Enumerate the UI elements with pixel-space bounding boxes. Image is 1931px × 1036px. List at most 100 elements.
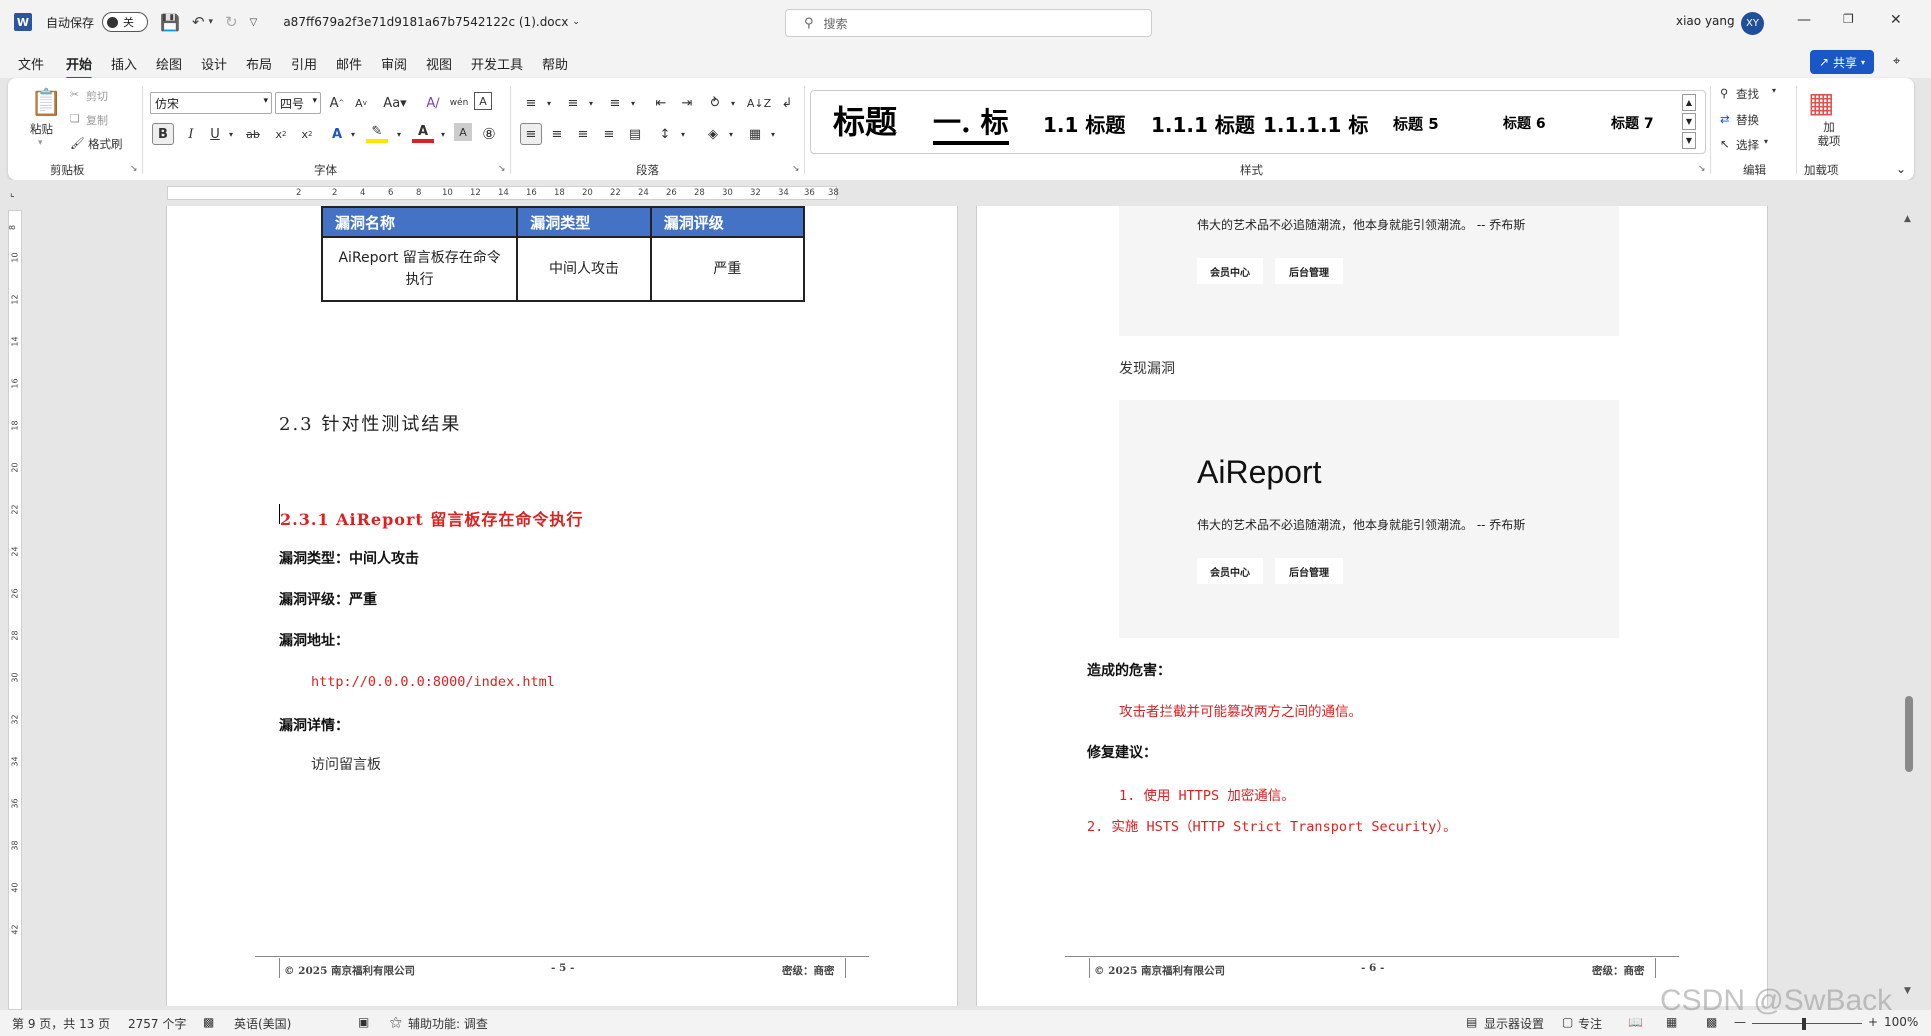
display-settings-icon[interactable]: ▤ bbox=[1466, 1015, 1477, 1029]
font-name-select[interactable]: 仿宋 ▾ bbox=[150, 92, 272, 114]
customize-qat-icon[interactable]: ▽ bbox=[250, 17, 258, 28]
read-mode-icon[interactable]: 📖 bbox=[1628, 1015, 1643, 1029]
replace-icon[interactable]: ⇄ bbox=[1720, 112, 1730, 126]
tab-references[interactable]: 引用 bbox=[291, 54, 317, 73]
find-button[interactable]: 查找 bbox=[1736, 86, 1759, 102]
minimize-icon[interactable]: — bbox=[1797, 12, 1811, 28]
user-name[interactable]: xiao yang bbox=[1676, 14, 1735, 28]
font-color-icon[interactable]: A bbox=[412, 123, 434, 143]
display-settings[interactable]: 显示器设置 bbox=[1484, 1015, 1544, 1032]
character-shading-icon[interactable]: A bbox=[454, 123, 472, 141]
chinese-layout-chevron-icon[interactable]: ▾ bbox=[722, 92, 744, 114]
addins-button[interactable]: 加 载项 bbox=[1814, 120, 1844, 148]
phonetic-guide-icon[interactable]: wén bbox=[448, 92, 470, 114]
paste-icon[interactable]: 📋 bbox=[30, 88, 62, 118]
align-right-icon[interactable]: ≡ bbox=[572, 123, 594, 145]
language-status[interactable]: 英语(美国) bbox=[234, 1015, 291, 1032]
font-color-chevron-icon[interactable]: ▾ bbox=[432, 123, 454, 145]
style-heading-5[interactable]: 标题 5 bbox=[1393, 113, 1439, 134]
share-button[interactable]: ↗ 共享 ▾ bbox=[1810, 50, 1874, 74]
tab-view[interactable]: 视图 bbox=[426, 54, 452, 73]
paragraph-launcher-icon[interactable]: ↘ bbox=[792, 164, 800, 174]
tab-layout[interactable]: 布局 bbox=[246, 54, 272, 73]
grow-font-icon[interactable]: A ^ bbox=[326, 92, 348, 114]
bullets-chevron-icon[interactable]: ▾ bbox=[538, 92, 560, 114]
vertical-scrollbar[interactable]: ▲ ▼ bbox=[1902, 206, 1916, 1010]
shading-chevron-icon[interactable]: ▾ bbox=[720, 123, 742, 145]
format-painter-button[interactable]: 格式刷 bbox=[88, 136, 123, 152]
pin-ribbon-icon[interactable]: ⌖ bbox=[1893, 54, 1900, 69]
highlight-icon[interactable]: ✎ bbox=[366, 123, 388, 143]
tab-mailings[interactable]: 邮件 bbox=[336, 54, 362, 73]
line-spacing-chevron-icon[interactable]: ▾ bbox=[672, 123, 694, 145]
scroll-down-icon[interactable]: ▼ bbox=[1904, 986, 1911, 996]
font-size-select[interactable]: 四号 ▾ bbox=[275, 92, 321, 114]
undo-dropdown-icon[interactable]: ▾ bbox=[209, 17, 214, 27]
justify-icon[interactable]: ≡ bbox=[598, 123, 620, 145]
autosave-toggle[interactable]: 关 bbox=[102, 12, 149, 32]
highlight-chevron-icon[interactable]: ▾ bbox=[388, 123, 410, 145]
superscript-icon[interactable]: x2 bbox=[296, 123, 318, 145]
tab-design[interactable]: 设计 bbox=[201, 54, 227, 73]
document-page[interactable]: 漏洞名称 漏洞类型 漏洞评级 AiReport 留言板存在命令执行 中间人攻击 … bbox=[166, 206, 958, 1006]
shrink-font-icon[interactable]: Av bbox=[350, 92, 372, 114]
restore-icon[interactable]: ❐ bbox=[1843, 12, 1854, 26]
align-left-icon[interactable]: ≡ bbox=[520, 123, 542, 145]
styles-more-icon[interactable]: ▼ bbox=[1682, 132, 1696, 149]
text-effects-chevron-icon[interactable]: ▾ bbox=[342, 123, 364, 145]
macro-icon[interactable]: ▣ bbox=[358, 1015, 369, 1029]
horizontal-ruler[interactable]: 2 2 4 6 8 10 12 14 16 18 20 22 24 26 28 … bbox=[167, 186, 839, 200]
clear-formatting-icon[interactable]: A∕ bbox=[422, 92, 444, 114]
style-heading-6[interactable]: 标题 6 bbox=[1503, 113, 1546, 133]
styles-launcher-icon[interactable]: ↘ bbox=[1698, 164, 1706, 174]
styles-down-icon[interactable]: ▼ bbox=[1682, 113, 1696, 130]
font-launcher-icon[interactable]: ↘ bbox=[498, 164, 506, 174]
enclose-characters-icon[interactable]: ⑧ bbox=[478, 123, 500, 145]
proofing-icon[interactable]: ▩ bbox=[203, 1015, 214, 1029]
change-case-icon[interactable]: Aa▾ bbox=[380, 92, 410, 114]
accessibility-status[interactable]: 辅助功能: 调查 bbox=[408, 1015, 488, 1032]
tab-file[interactable]: 文件 bbox=[18, 54, 44, 73]
tab-draw[interactable]: 绘图 bbox=[156, 54, 182, 73]
increase-indent-icon[interactable]: ⇥ bbox=[676, 92, 698, 114]
clipboard-launcher-icon[interactable]: ↘ bbox=[130, 164, 138, 174]
tab-review[interactable]: 审阅 bbox=[381, 54, 407, 73]
vertical-ruler[interactable]: 8 10 12 14 16 18 20 22 24 26 28 30 32 34… bbox=[8, 210, 22, 1010]
italic-icon[interactable]: I bbox=[180, 123, 202, 145]
styles-up-icon[interactable]: ▲ bbox=[1682, 94, 1696, 111]
style-heading-2[interactable]: 1.1 标题 bbox=[1043, 109, 1125, 138]
replace-button[interactable]: 替换 bbox=[1736, 112, 1759, 128]
cut-button[interactable]: 剪切 bbox=[86, 88, 108, 104]
paste-chevron-icon[interactable]: ▾ bbox=[38, 138, 43, 148]
sort-icon[interactable]: A↓Z bbox=[747, 92, 771, 114]
style-heading-3[interactable]: 1.1.1 标题 bbox=[1151, 109, 1255, 138]
undo-icon[interactable]: ↶ bbox=[192, 13, 205, 31]
scroll-thumb[interactable] bbox=[1905, 696, 1913, 772]
tab-help[interactable]: 帮助 bbox=[542, 54, 568, 73]
show-marks-icon[interactable]: ↲ bbox=[776, 92, 798, 114]
page-count[interactable]: 第 9 页，共 13 页 bbox=[12, 1015, 110, 1032]
select-chevron-icon[interactable]: ▾ bbox=[1764, 137, 1768, 146]
bold-icon[interactable]: B bbox=[152, 123, 174, 145]
find-chevron-icon[interactable]: ▾ bbox=[1772, 86, 1776, 95]
numbering-chevron-icon[interactable]: ▾ bbox=[580, 92, 602, 114]
doc-title-chevron-icon[interactable]: ⌄ bbox=[572, 17, 580, 27]
document-title[interactable]: a87ff679a2f3e71d9181a67b7542122c (1).doc… bbox=[283, 15, 568, 29]
select-icon[interactable]: ↖ bbox=[1720, 137, 1730, 151]
style-heading-4[interactable]: 1.1.1.1 标 bbox=[1263, 109, 1368, 138]
tab-insert[interactable]: 插入 bbox=[111, 54, 137, 73]
distributed-icon[interactable]: ▤ bbox=[624, 123, 646, 145]
find-icon[interactable]: ⚲ bbox=[1720, 86, 1728, 100]
tab-home[interactable]: 开始 bbox=[66, 54, 93, 80]
paste-button[interactable]: 粘贴 bbox=[30, 121, 53, 137]
select-button[interactable]: 选择 bbox=[1736, 137, 1759, 153]
redo-icon[interactable]: ↻ bbox=[225, 13, 238, 31]
character-border-icon[interactable]: A bbox=[474, 92, 492, 110]
accessibility-icon[interactable]: ⚝ bbox=[390, 1015, 402, 1030]
scroll-up-icon[interactable]: ▲ bbox=[1904, 214, 1911, 224]
style-heading-7[interactable]: 标题 7 bbox=[1611, 113, 1654, 133]
subscript-icon[interactable]: x2 bbox=[270, 123, 292, 145]
multilevel-chevron-icon[interactable]: ▾ bbox=[622, 92, 644, 114]
underline-chevron-icon[interactable]: ▾ bbox=[220, 123, 242, 145]
focus-mode[interactable]: 专注 bbox=[1578, 1015, 1602, 1032]
